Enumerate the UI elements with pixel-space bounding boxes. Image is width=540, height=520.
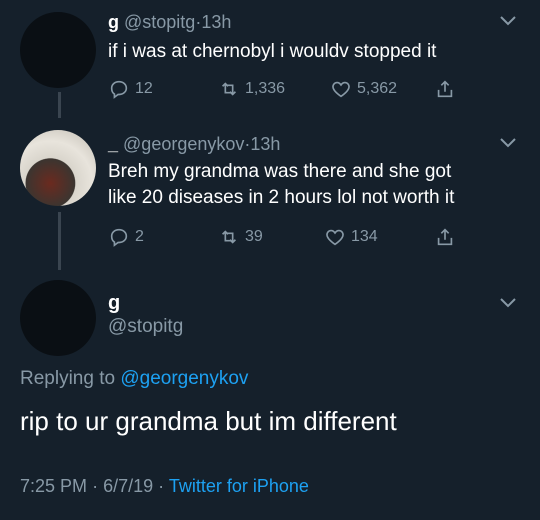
reply-icon <box>110 80 128 99</box>
retweet-count: 1,336 <box>245 80 286 97</box>
share-button[interactable] <box>434 78 461 100</box>
replying-label: Replying to <box>20 368 116 389</box>
avatar[interactable] <box>20 130 96 206</box>
like-icon <box>332 81 350 98</box>
avatar[interactable] <box>20 12 96 88</box>
like-count: 134 <box>351 228 378 245</box>
display-name[interactable]: _ <box>108 134 118 154</box>
thread-line <box>58 212 61 270</box>
chevron-down-icon[interactable] <box>498 14 518 28</box>
tweet-text-line: Breh my grandma was there and she got <box>108 161 452 182</box>
tweet-text-line: like 20 diseases in 2 hours lol not wort… <box>108 187 455 208</box>
tweet-meta: 7:25 PM · 6/7/19 · Twitter for iPhone <box>20 476 309 497</box>
retweet-button[interactable]: 39 <box>218 226 263 248</box>
reply-count: 12 <box>135 80 153 97</box>
user-handle[interactable]: @stopitg <box>108 316 183 338</box>
retweet-icon <box>221 230 237 244</box>
tweet-text: rip to ur grandma but im different <box>20 406 397 436</box>
tweet-actions: 12 1,336 5,362 <box>108 78 468 102</box>
like-button[interactable]: 134 <box>324 226 378 248</box>
chevron-down-icon[interactable] <box>498 296 518 310</box>
reply-icon <box>110 228 128 247</box>
reply-count: 2 <box>135 228 144 245</box>
display-name[interactable]: g <box>108 292 120 315</box>
user-handle[interactable]: @stopitg <box>124 12 195 32</box>
replying-to: Replying to @georgenykov <box>20 368 248 390</box>
user-handle[interactable]: @georgenykov <box>123 134 244 154</box>
retweet-count: 39 <box>245 228 263 245</box>
client-link[interactable]: Twitter for iPhone <box>169 476 309 496</box>
tweet-text: if i was at chernobyl i wouldv stopped i… <box>108 41 437 62</box>
tweet-date: 6/7/19 <box>103 476 154 496</box>
reply-button[interactable]: 12 <box>108 78 153 100</box>
avatar[interactable] <box>20 280 96 356</box>
like-icon <box>326 229 344 246</box>
separator: · <box>92 476 99 496</box>
tweet-time[interactable]: 13h <box>201 12 231 32</box>
retweet-button[interactable]: 1,336 <box>218 78 285 100</box>
tweet-time: 7:25 PM <box>20 476 88 496</box>
like-button[interactable]: 5,362 <box>330 78 397 100</box>
share-icon <box>437 228 453 246</box>
separator: · <box>158 476 165 496</box>
thread-line <box>58 92 61 118</box>
tweet-actions: 2 39 134 <box>108 226 468 250</box>
retweet-icon <box>221 82 237 96</box>
reply-button[interactable]: 2 <box>108 226 144 248</box>
display-name[interactable]: g <box>108 12 119 32</box>
tweet-time[interactable]: 13h <box>250 134 280 154</box>
like-count: 5,362 <box>357 80 398 97</box>
chevron-down-icon[interactable] <box>498 136 518 150</box>
tweet-header: _ @georgenykov·13h <box>108 134 280 155</box>
share-icon <box>437 80 453 98</box>
mention-link[interactable]: @georgenykov <box>120 368 248 389</box>
tweet-header: g @stopitg·13h <box>108 12 231 33</box>
share-button[interactable] <box>434 226 461 248</box>
